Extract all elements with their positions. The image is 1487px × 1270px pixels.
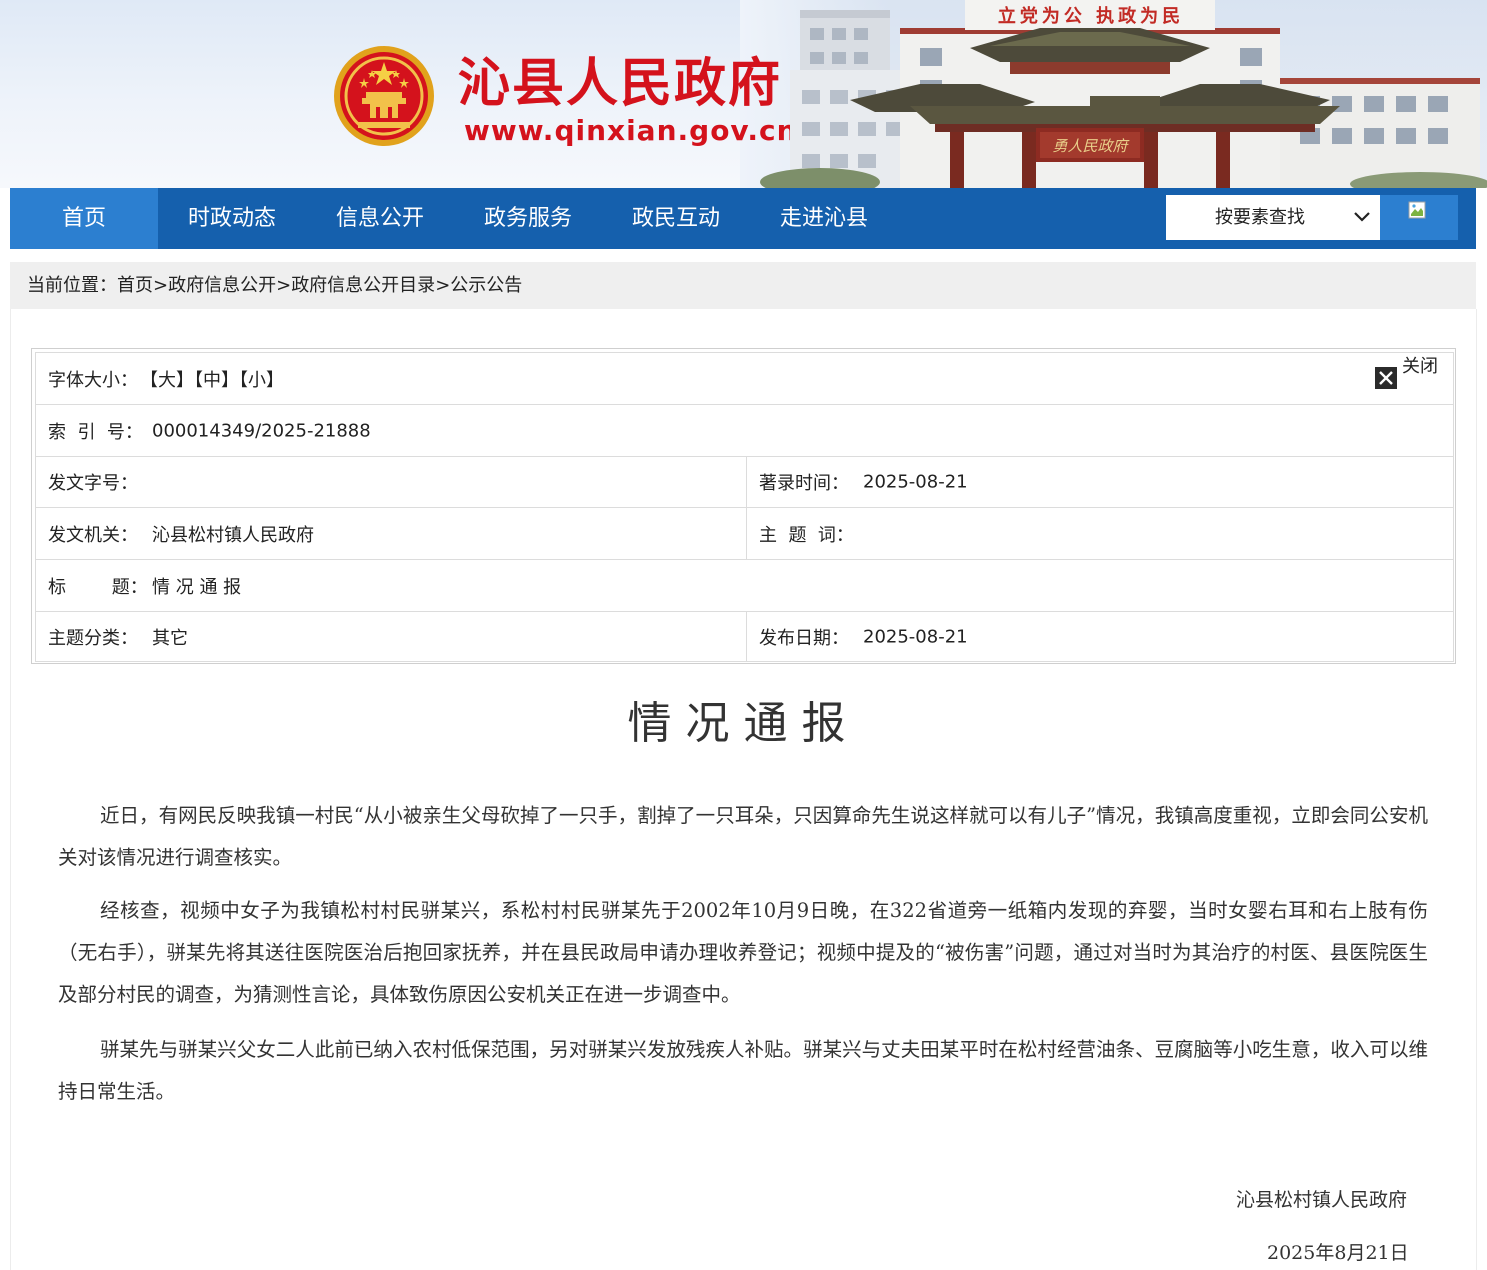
title-row: 标 题： 情 况 通 报 bbox=[36, 560, 1453, 612]
breadcrumb-gov-info[interactable]: 政府信息公开 bbox=[168, 275, 276, 296]
close-button[interactable]: 关闭 bbox=[1375, 356, 1441, 391]
broken-image-icon bbox=[1408, 201, 1426, 219]
index-number-row: 索 引 号： 000014349/2025-21888 bbox=[36, 405, 1453, 457]
article-signature: 沁县松村镇人民政府 bbox=[1236, 1189, 1408, 1211]
article-paragraph: 骈某先与骈某兴父女二人此前已纳入农村低保范围，另对骈某兴发放残疾人补贴。骈某兴与… bbox=[58, 1038, 1428, 1103]
breadcrumb-separator: > bbox=[276, 275, 292, 296]
gate-plaque-text: 勇人民政府 bbox=[1052, 137, 1130, 155]
title-value: 情 况 通 报 bbox=[152, 576, 242, 598]
nav-item-news[interactable]: 时政动态 bbox=[158, 188, 306, 249]
record-time-value: 2025-08-21 bbox=[863, 471, 968, 493]
breadcrumb-announcements[interactable]: 公示公告 bbox=[450, 275, 522, 296]
nav-item-interaction[interactable]: 政民互动 bbox=[602, 188, 750, 249]
search-button[interactable] bbox=[1380, 195, 1458, 240]
search-mode-label: 按要素查找 bbox=[1215, 207, 1305, 228]
font-size-label: 字体大小： bbox=[48, 369, 138, 391]
font-size-medium-button[interactable]: 【中】 bbox=[194, 370, 239, 391]
font-size-options: 【大】【中】【小】 bbox=[140, 366, 284, 392]
breadcrumb-prefix: 当前位置： bbox=[27, 275, 117, 296]
article-title: 情况通报 bbox=[627, 698, 860, 749]
breadcrumb-gov-info-catalog[interactable]: 政府信息公开目录 bbox=[291, 275, 435, 296]
nav-item-info-disclosure[interactable]: 信息公开 bbox=[306, 188, 454, 249]
publish-date-label: 发布日期： bbox=[759, 627, 849, 649]
building-slogan: 立党为公 执政为民 bbox=[997, 6, 1185, 27]
issuer-row: 发文机关： 沁县松村镇人民政府 主 题 词： bbox=[36, 508, 1453, 560]
publish-date-value: 2025-08-21 bbox=[863, 626, 968, 647]
national-emblem-icon bbox=[334, 46, 434, 146]
doc-number-row: 发文字号： 著录时间： 2025-08-21 bbox=[36, 457, 1453, 508]
article-paragraph: 经核查，视频中女子为我镇松村村民骈某兴，系松村村民骈某先于2002年10月9日晚… bbox=[58, 899, 1428, 1006]
breadcrumb-text: 当前位置：首页>政府信息公开>政府信息公开目录>公示公告 bbox=[27, 262, 522, 309]
category-label: 主题分类： bbox=[48, 627, 138, 649]
site-banner: 沁县人民政府 www.qinxian.gov.cn 勇人民政府 立党为公 执政为… bbox=[0, 0, 1487, 188]
search-mode-select[interactable]: 按要素查找 bbox=[1166, 195, 1380, 240]
breadcrumb-separator: > bbox=[153, 275, 169, 296]
doc-number-label: 发文字号： bbox=[48, 473, 138, 494]
nav-item-services[interactable]: 政务服务 bbox=[454, 188, 602, 249]
index-number-label: 索 引 号： bbox=[48, 421, 143, 443]
chevron-down-icon bbox=[1354, 212, 1370, 222]
close-icon bbox=[1375, 366, 1397, 389]
font-size-small-button[interactable]: 【小】 bbox=[239, 370, 284, 391]
breadcrumb: 当前位置：首页>政府信息公开>政府信息公开目录>公示公告 bbox=[10, 262, 1476, 309]
font-size-large-button[interactable]: 【大】 bbox=[140, 370, 194, 391]
keywords-label: 主 题 词： bbox=[759, 524, 854, 546]
record-time-label: 著录时间： bbox=[759, 473, 849, 494]
font-size-row: 字体大小： 【大】【中】【小】 关闭 bbox=[36, 353, 1453, 405]
main-navigation: 首页 时政动态 信息公开 政务服务 政民互动 走进沁县 按要素查找 bbox=[10, 188, 1476, 249]
issuer-value: 沁县松村镇人民政府 bbox=[152, 524, 314, 546]
document-meta-table: 字体大小： 【大】【中】【小】 关闭 索 引 号： 000014349/2025… bbox=[31, 348, 1456, 664]
breadcrumb-separator: > bbox=[435, 275, 451, 296]
issuer-label: 发文机关： bbox=[48, 524, 138, 546]
breadcrumb-home[interactable]: 首页 bbox=[117, 275, 153, 296]
title-label: 标 题： bbox=[48, 576, 148, 598]
article-paragraph: 近日，有网民反映我镇一村民“从小被亲生父母砍掉了一只手，割掉了一只耳朵，只因算命… bbox=[58, 804, 1428, 869]
close-label: 关闭 bbox=[1402, 355, 1438, 377]
category-value: 其它 bbox=[152, 627, 188, 649]
article-date: 2025年8月21日 bbox=[1267, 1242, 1409, 1264]
nav-item-about-county[interactable]: 走进沁县 bbox=[750, 188, 898, 249]
index-number-value: 000014349/2025-21888 bbox=[152, 420, 371, 441]
nav-item-home[interactable]: 首页 bbox=[10, 188, 158, 249]
category-row: 主题分类： 其它 发布日期： 2025-08-21 bbox=[36, 612, 1453, 661]
site-name: 沁县人民政府 bbox=[458, 54, 783, 114]
site-url: www.qinxian.gov.cn bbox=[464, 114, 798, 147]
